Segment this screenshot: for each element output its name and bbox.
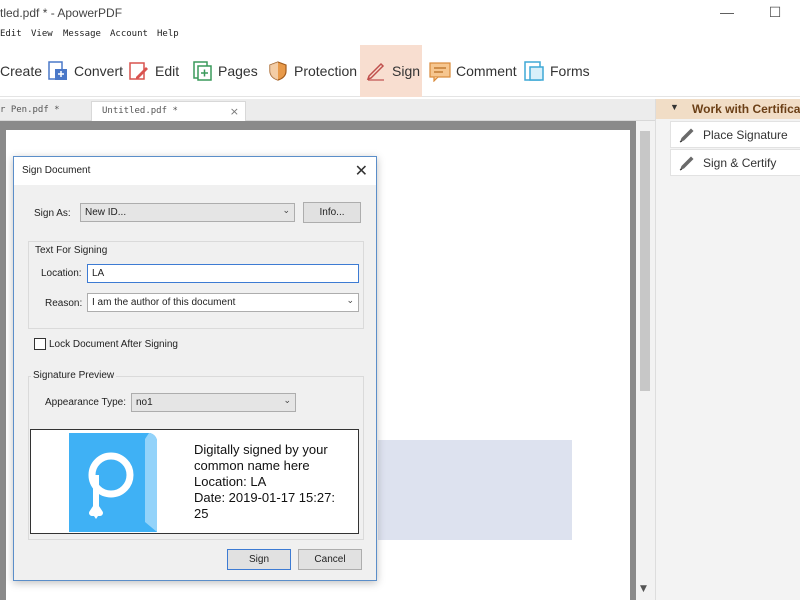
panel-section-title: Work with Certificates (692, 102, 800, 116)
scroll-down-icon[interactable]: ▼ (640, 584, 647, 594)
signature-field[interactable] (378, 440, 572, 540)
close-icon[interactable]: ✕ (355, 161, 368, 180)
tab-label: Untitled.pdf * (102, 106, 178, 116)
signature-preview-text: Digitally signed by your common name her… (194, 442, 358, 522)
sign-document-dialog: Sign Document ✕ Sign As: New ID... ⌄ Inf… (13, 156, 377, 581)
sign-as-label: Sign As: (34, 208, 71, 219)
protection-label: Protection (294, 63, 358, 79)
menu-edit[interactable]: Edit (0, 29, 22, 39)
pages-button[interactable]: Pages (190, 45, 258, 97)
pages-label: Pages (218, 63, 258, 79)
sign-button[interactable]: Sign (360, 45, 422, 97)
tab-label: r Pen.pdf * (0, 105, 60, 115)
signature-preview-box: Digitally signed by your common name her… (30, 429, 359, 534)
chevron-down-icon: ⌄ (346, 296, 354, 306)
preview-line: Digitally signed by your (194, 442, 328, 457)
chevron-down-icon: ⌄ (283, 396, 291, 406)
reason-select[interactable]: I am the author of this document ⌄ (87, 293, 359, 312)
create-label: Create (0, 63, 43, 79)
main-toolbar: Create Convert Edit Pages Protection Sig… (0, 45, 800, 97)
comment-icon (428, 59, 452, 83)
collapse-triangle-icon[interactable]: ▼ (670, 102, 679, 112)
pen-icon (677, 153, 697, 175)
convert-button[interactable]: Convert (46, 45, 123, 97)
sign-panel: ▼ Work with Certificates Place Signature… (655, 99, 800, 600)
dialog-title: Sign Document (22, 165, 91, 176)
text-for-signing-heading: Text For Signing (33, 245, 110, 256)
preview-line: 25 (194, 506, 209, 521)
apowerpdf-logo (69, 433, 157, 532)
pages-icon (190, 59, 214, 83)
location-value: LA (92, 268, 105, 279)
protection-button[interactable]: Protection (266, 45, 357, 97)
location-label: Location: (41, 268, 82, 279)
preview-line: common name here (194, 458, 310, 473)
forms-label: Forms (550, 63, 590, 79)
maximize-button[interactable]: ☐ (764, 0, 786, 24)
location-input[interactable]: LA (87, 264, 359, 283)
cancel-button[interactable]: Cancel (298, 549, 362, 570)
reason-value: I am the author of this document (92, 297, 236, 308)
sign-certify-item[interactable]: Sign & Certify (670, 149, 800, 176)
title-bar: tled.pdf * - ApowerPDF — ☐ (0, 0, 800, 27)
preview-line: Location: LA (194, 474, 267, 489)
tab-untitled-pdf[interactable]: Untitled.pdf * × (91, 101, 246, 121)
document-tabs: r Pen.pdf * Untitled.pdf * × (0, 99, 655, 121)
menu-account[interactable]: Account (110, 29, 148, 39)
place-signature-item[interactable]: Place Signature (670, 121, 800, 148)
forms-icon (522, 59, 546, 83)
close-icon[interactable]: × (230, 105, 239, 118)
appearance-type-value: no1 (136, 397, 153, 408)
sign-as-value: New ID... (85, 207, 127, 218)
minimize-button[interactable]: — (716, 0, 738, 24)
menu-view[interactable]: View (31, 29, 53, 39)
create-button[interactable]: Create (0, 45, 42, 97)
reason-label: Reason: (45, 298, 83, 309)
pen-icon (677, 125, 697, 147)
signature-pen-icon (364, 59, 388, 83)
menu-help[interactable]: Help (157, 29, 179, 39)
edit-button[interactable]: Edit (127, 45, 179, 97)
place-signature-label: Place Signature (703, 128, 788, 142)
shield-icon (266, 59, 290, 83)
comment-button[interactable]: Comment (428, 45, 517, 97)
edit-pen-icon (127, 59, 151, 83)
lock-document-checkbox[interactable] (34, 338, 46, 350)
menu-message[interactable]: Message (63, 29, 101, 39)
panel-section-header[interactable]: ▼ Work with Certificates (656, 99, 800, 119)
sign-dialog-button[interactable]: Sign (227, 549, 291, 570)
lock-document-label: Lock Document After Signing (49, 339, 178, 350)
appearance-type-label: Appearance Type: (45, 397, 126, 408)
appearance-type-select[interactable]: no1 ⌄ (131, 393, 296, 412)
preview-line: Date: 2019-01-17 15:27: (194, 490, 335, 505)
forms-button[interactable]: Forms (522, 45, 590, 97)
edit-label: Edit (155, 63, 180, 79)
convert-label: Convert (74, 63, 124, 79)
info-button[interactable]: Info... (303, 202, 361, 223)
menu-bar: Edit View Message Account Help (0, 27, 800, 43)
sign-as-select[interactable]: New ID... ⌄ (80, 203, 295, 222)
comment-label: Comment (456, 63, 517, 79)
sign-certify-label: Sign & Certify (703, 156, 777, 170)
window-title: tled.pdf * - ApowerPDF (0, 6, 123, 20)
scrollbar-thumb[interactable] (640, 131, 650, 391)
convert-icon (46, 59, 70, 83)
signature-preview-heading: Signature Preview (31, 370, 117, 381)
vertical-scrollbar[interactable]: ▼ (636, 121, 655, 600)
dialog-title-bar: Sign Document ✕ (14, 157, 376, 185)
sign-label: Sign (392, 63, 421, 79)
tab-pen-pdf[interactable]: r Pen.pdf * (0, 101, 88, 121)
chevron-down-icon: ⌄ (282, 206, 290, 216)
